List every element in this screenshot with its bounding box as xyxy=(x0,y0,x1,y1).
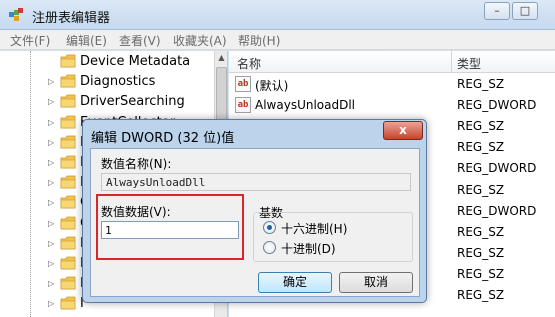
tree-item[interactable]: Device Metadata xyxy=(0,52,214,72)
expand-arrow-icon[interactable]: ▷ xyxy=(48,97,54,106)
folder-icon xyxy=(60,155,76,169)
expand-arrow-icon[interactable]: ▷ xyxy=(48,299,54,308)
value-type: REG_SZ xyxy=(457,140,505,155)
scroll-up-arrow-icon[interactable]: ▲ xyxy=(215,51,227,65)
value-type: REG_SZ xyxy=(457,119,505,134)
tree-item-label: Device Metadata xyxy=(80,54,191,69)
dialog-title: 编辑 DWORD (32 位)值 xyxy=(91,131,235,146)
folder-icon xyxy=(60,296,76,310)
folder-icon xyxy=(60,236,76,250)
folder-icon xyxy=(60,216,76,229)
radio-dec[interactable] xyxy=(263,241,276,254)
expand-arrow-icon[interactable]: ▷ xyxy=(48,178,54,187)
expand-arrow-icon[interactable]: ▷ xyxy=(48,138,54,147)
value-name-label: 数值名称(N): xyxy=(101,157,172,171)
window-title: 注册表编辑器 xyxy=(32,11,111,26)
value-data-input[interactable] xyxy=(101,221,239,239)
menu-file[interactable]: 文件(F) xyxy=(10,32,50,49)
expand-arrow-icon[interactable]: ▷ xyxy=(48,158,54,167)
expand-arrow-icon[interactable]: ▷ xyxy=(48,219,54,228)
value-type: REG_DWORD xyxy=(457,98,537,113)
list-row[interactable]: ab AlwaysUnloadDll REG_DWORD xyxy=(229,95,555,116)
value-type: REG_SZ xyxy=(457,182,505,197)
menu-edit[interactable]: 编辑(E) xyxy=(66,32,107,49)
edit-dword-dialog: 编辑 DWORD (32 位)值 x 数值名称(N): AlwaysUnload… xyxy=(82,119,427,303)
string-value-icon: ab xyxy=(235,76,251,92)
menu-view[interactable]: 查看(V) xyxy=(119,32,161,49)
value-type: REG_SZ xyxy=(457,266,505,281)
value-type: REG_SZ xyxy=(457,77,505,91)
minimize-button[interactable]: – xyxy=(484,2,510,20)
value-type: REG_SZ xyxy=(457,288,505,302)
maximize-button[interactable]: □ xyxy=(512,2,538,20)
folder-icon xyxy=(60,276,76,290)
value-type: REG_SZ xyxy=(457,224,505,239)
menu-favorites[interactable]: 收藏夹(A) xyxy=(173,32,227,49)
tree-item[interactable]: ▷ DriverSearching xyxy=(0,92,214,112)
value-type: REG_DWORD xyxy=(457,161,537,176)
folder-icon xyxy=(60,94,76,108)
ok-button[interactable]: 确定 xyxy=(258,272,332,293)
radio-dec-label[interactable]: 十进制(D) xyxy=(281,240,336,257)
value-data-label: 数值数据(V): xyxy=(101,205,171,219)
list-header: 名称 类型 xyxy=(229,51,555,73)
column-type-header[interactable]: 类型 xyxy=(457,55,481,72)
folder-icon xyxy=(60,115,76,128)
registry-editor-icon xyxy=(9,8,23,21)
folder-icon xyxy=(60,135,76,149)
folder-icon xyxy=(60,256,76,270)
value-name-field: AlwaysUnloadDll xyxy=(101,173,411,191)
value-type: REG_DWORD xyxy=(457,203,537,218)
string-value-icon: ab xyxy=(235,97,251,114)
menu-help[interactable]: 帮助(H) xyxy=(238,32,280,49)
dialog-body: 数值名称(N): AlwaysUnloadDll 数值数据(V): 基数 十六进… xyxy=(90,148,420,297)
tree-item[interactable]: ▷ Diagnostics xyxy=(0,72,214,92)
column-separator[interactable] xyxy=(451,51,452,73)
value-name: (默认) xyxy=(255,79,289,93)
value-name: AlwaysUnloadDll xyxy=(255,98,356,113)
folder-icon xyxy=(60,195,76,209)
tree-scroll-thumb[interactable] xyxy=(216,67,227,127)
cancel-button[interactable]: 取消 xyxy=(339,272,413,293)
tree-item-label: Diagnostics xyxy=(80,74,156,90)
folder-icon xyxy=(60,74,76,88)
expand-arrow-icon[interactable]: ▷ xyxy=(48,239,54,248)
expand-arrow-icon[interactable]: ▷ xyxy=(48,279,54,288)
expand-arrow-icon[interactable]: ▷ xyxy=(48,259,54,268)
folder-icon xyxy=(60,54,76,68)
title-bar[interactable]: 注册表编辑器 – □ xyxy=(0,0,555,30)
list-row[interactable]: ab (默认) REG_SZ xyxy=(229,74,555,95)
radio-hex-label[interactable]: 十六进制(H) xyxy=(281,220,347,237)
folder-icon xyxy=(60,175,76,189)
value-type: REG_SZ xyxy=(457,245,505,260)
radio-hex[interactable] xyxy=(263,221,276,234)
tree-item-label: DriverSearching xyxy=(80,94,185,110)
expand-arrow-icon[interactable]: ▷ xyxy=(48,77,54,86)
menu-bar: 文件(F) 编辑(E) 查看(V) 收藏夹(A) 帮助(H) xyxy=(0,30,555,50)
column-name-header[interactable]: 名称 xyxy=(237,55,261,72)
dialog-close-button[interactable]: x xyxy=(383,121,423,140)
expand-arrow-icon[interactable]: ▷ xyxy=(48,118,54,127)
expand-arrow-icon[interactable]: ▷ xyxy=(48,198,54,207)
